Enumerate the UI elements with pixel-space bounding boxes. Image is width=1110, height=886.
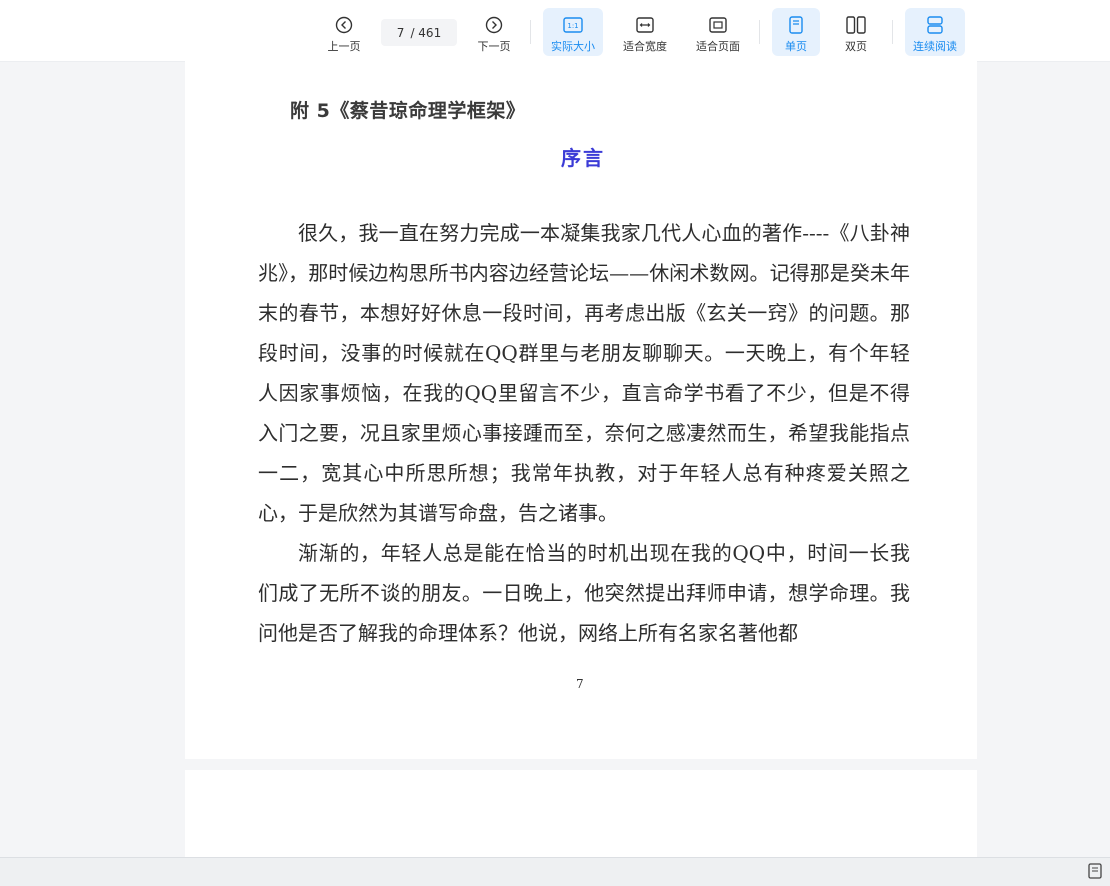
- document-body: 很久，我一直在努力完成一本凝集我家几代人心血的著作----《八卦神兆》，那时候边…: [258, 213, 910, 653]
- prev-page-label: 上一页: [327, 40, 361, 53]
- page-view-icon[interactable]: [1088, 863, 1104, 881]
- actual-size-button[interactable]: 1:1 实际大小: [543, 8, 603, 56]
- fit-width-label: 适合宽度: [623, 40, 667, 53]
- double-page-icon: [846, 15, 866, 35]
- continuous-scroll-icon: [925, 15, 945, 35]
- appendix-title: 附 5《蔡昔琼命理学框架》: [290, 100, 526, 122]
- document-page-next: [185, 770, 977, 857]
- double-page-button[interactable]: 双页: [832, 8, 880, 56]
- fit-width-icon: [635, 15, 655, 35]
- single-page-label: 单页: [785, 40, 807, 53]
- continuous-reading-label: 连续阅读: [913, 40, 957, 53]
- toolbar-divider: [759, 20, 760, 44]
- actual-size-label: 实际大小: [551, 40, 595, 53]
- total-pages: / 461: [410, 25, 442, 40]
- next-page-label: 下一页: [477, 40, 511, 53]
- current-page: 7: [396, 25, 405, 40]
- single-page-button[interactable]: 单页: [772, 8, 820, 56]
- status-bar: [0, 857, 1110, 886]
- next-page-button[interactable]: 下一页: [472, 8, 516, 56]
- chevron-right-circle-icon: [484, 15, 504, 35]
- page-number-input[interactable]: 7 / 461: [381, 19, 457, 46]
- svg-text:1:1: 1:1: [567, 22, 578, 30]
- fit-page-button[interactable]: 适合页面: [688, 8, 748, 56]
- single-page-icon: [786, 15, 806, 35]
- viewer-toolbar: 上一页 7 / 461 下一页 1:1 实际大小 适合宽度 适合页面 单页 双页…: [0, 0, 1110, 62]
- paragraph: 很久，我一直在努力完成一本凝集我家几代人心血的著作----《八卦神兆》，那时候边…: [258, 221, 910, 525]
- actual-size-icon: 1:1: [563, 15, 583, 35]
- page-number: 7: [576, 677, 584, 691]
- preface-title: 序言: [561, 146, 605, 170]
- prev-page-button[interactable]: 上一页: [322, 8, 366, 56]
- fit-page-label: 适合页面: [696, 40, 740, 53]
- paragraph: 渐渐的，年轻人总是能在恰当的时机出现在我的QQ中，时间一长我们成了无所不谈的朋友…: [258, 541, 910, 645]
- double-page-label: 双页: [845, 40, 867, 53]
- toolbar-divider: [530, 20, 531, 44]
- chevron-left-circle-icon: [334, 15, 354, 35]
- fit-width-button[interactable]: 适合宽度: [615, 8, 675, 56]
- continuous-reading-button[interactable]: 连续阅读: [905, 8, 965, 56]
- fit-page-icon: [708, 15, 728, 35]
- toolbar-divider: [892, 20, 893, 44]
